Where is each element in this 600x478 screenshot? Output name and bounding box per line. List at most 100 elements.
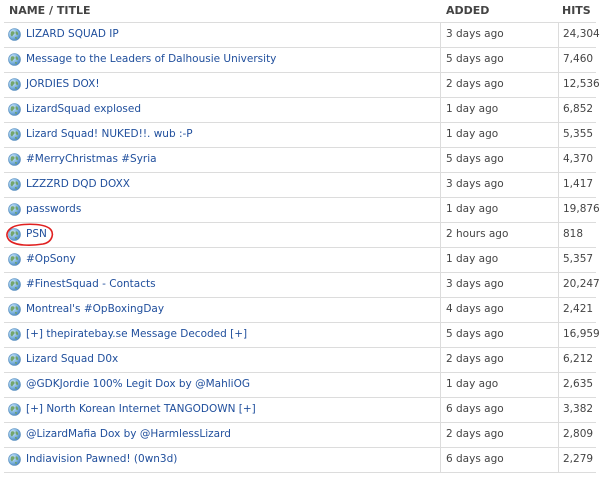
added-cell: 1 day ago	[441, 123, 559, 147]
paste-title-link[interactable]: @LizardMafia Dox by @HarmlessLizard	[26, 428, 231, 440]
title-cell: Lizard Squad D0x	[4, 348, 441, 372]
column-header-title[interactable]: NAME / TITLE	[9, 4, 90, 17]
hit-count: 12,536	[563, 78, 600, 90]
table-row: JORDIES DOX! 2 days ago 12,536	[4, 73, 600, 98]
added-cell: 3 days ago	[441, 23, 559, 47]
hits-cell: 5,357	[559, 248, 596, 272]
added-time: 1 day ago	[446, 203, 499, 215]
table-row: #FinestSquad - Contacts 3 days ago 20,247	[4, 273, 600, 298]
hits-cell: 2,809	[559, 423, 596, 447]
added-time: 1 day ago	[446, 128, 499, 140]
globe-icon	[8, 153, 21, 166]
paste-title-link[interactable]: #FinestSquad - Contacts	[26, 278, 156, 290]
column-header-added[interactable]: ADDED	[446, 4, 489, 17]
table-row: Indiavision Pawned! (0wn3d) 6 days ago 2,2…	[4, 448, 596, 473]
title-cell: Lizard Squad! NUKED!!. wub :-P	[4, 123, 441, 147]
added-cell: 2 hours ago	[441, 223, 559, 247]
added-cell: 4 days ago	[441, 298, 559, 322]
paste-title-link[interactable]: Message to the Leaders of Dalhousie Univ…	[26, 53, 276, 65]
hits-cell: 3,382	[559, 398, 596, 422]
paste-title-link[interactable]: passwords	[26, 203, 81, 215]
added-time: 2 days ago	[446, 78, 504, 90]
column-header-hits[interactable]: HITS	[562, 4, 591, 17]
title-cell: #MerryChristmas #Syria	[4, 148, 441, 172]
globe-icon	[8, 278, 21, 291]
added-time: 5 days ago	[446, 328, 504, 340]
globe-icon	[8, 103, 21, 116]
title-cell: Indiavision Pawned! (0wn3d)	[4, 448, 441, 472]
table-row: passwords 1 day ago 19,876	[4, 198, 600, 223]
table-row: Lizard Squad! NUKED!!. wub :-P 1 day ago 5…	[4, 123, 596, 148]
hits-cell: 7,460	[559, 48, 596, 72]
paste-table: LIZARD SQUAD IP 3 days ago 24,304 Message t…	[4, 22, 600, 473]
added-time: 5 days ago	[446, 53, 504, 65]
hits-cell: 24,304	[559, 23, 600, 47]
title-cell: [+] North Korean Internet TANGODOWN [+]	[4, 398, 441, 422]
hit-count: 16,959	[563, 328, 600, 340]
added-cell: 3 days ago	[441, 273, 559, 297]
table-row: @GDKJordie 100% Legit Dox by @MahliOG 1 d…	[4, 373, 596, 398]
globe-icon	[8, 203, 21, 216]
added-cell: 5 days ago	[441, 148, 559, 172]
added-time: 2 days ago	[446, 428, 504, 440]
hits-cell: 6,212	[559, 348, 596, 372]
table-row: Lizard Squad D0x 2 days ago 6,212	[4, 348, 596, 373]
title-cell: @LizardMafia Dox by @HarmlessLizard	[4, 423, 441, 447]
paste-title-link[interactable]: LizardSquad explosed	[26, 103, 141, 115]
paste-title-link[interactable]: Lizard Squad! NUKED!!. wub :-P	[26, 128, 193, 140]
added-time: 4 days ago	[446, 303, 504, 315]
added-time: 3 days ago	[446, 278, 504, 290]
table-row: #OpSony 1 day ago 5,357	[4, 248, 596, 273]
added-cell: 2 days ago	[441, 348, 559, 372]
paste-title-link[interactable]: #MerryChristmas #Syria	[26, 153, 157, 165]
table-row: @LizardMafia Dox by @HarmlessLizard 2 day…	[4, 423, 596, 448]
table-row: Message to the Leaders of Dalhousie Univ…	[4, 48, 596, 73]
globe-icon	[8, 453, 21, 466]
hits-cell: 6,852	[559, 98, 596, 122]
paste-title-link[interactable]: Indiavision Pawned! (0wn3d)	[26, 453, 177, 465]
added-cell: 6 days ago	[441, 448, 559, 472]
paste-title-link[interactable]: #OpSony	[26, 253, 76, 265]
hit-count: 2,635	[563, 378, 594, 390]
table-row: LIZARD SQUAD IP 3 days ago 24,304	[4, 23, 600, 48]
hit-count: 6,212	[563, 353, 594, 365]
added-cell: 5 days ago	[441, 48, 559, 72]
paste-title-link[interactable]: @GDKJordie 100% Legit Dox by @MahliOG	[26, 378, 250, 390]
paste-title-link[interactable]: JORDIES DOX!	[26, 78, 100, 90]
globe-icon	[8, 228, 21, 241]
hit-count: 20,247	[563, 278, 600, 290]
paste-title-link[interactable]: [+] North Korean Internet TANGODOWN [+]	[26, 403, 256, 415]
added-cell: 1 day ago	[441, 373, 559, 397]
paste-title-link[interactable]: Montreal's #OpBoxingDay	[26, 303, 164, 315]
hits-cell: 818	[559, 223, 596, 247]
added-time: 3 days ago	[446, 178, 504, 190]
title-cell: passwords	[4, 198, 441, 222]
paste-title-link[interactable]: LZZZRD DQD DOXX	[26, 178, 130, 190]
table-row: [+] North Korean Internet TANGODOWN [+] 6…	[4, 398, 596, 423]
hit-count: 2,809	[563, 428, 594, 440]
added-time: 1 day ago	[446, 253, 499, 265]
paste-title-link[interactable]: PSN	[26, 228, 47, 240]
hit-count: 5,357	[563, 253, 594, 265]
hits-cell: 1,417	[559, 173, 596, 197]
table-row: LZZZRD DQD DOXX 3 days ago 1,417	[4, 173, 596, 198]
added-time: 6 days ago	[446, 403, 504, 415]
hit-count: 2,279	[563, 453, 594, 465]
hits-cell: 2,635	[559, 373, 596, 397]
table-row: LizardSquad explosed 1 day ago 6,852	[4, 98, 596, 123]
hits-cell: 2,279	[559, 448, 596, 472]
globe-icon	[8, 253, 21, 266]
table-row: Montreal's #OpBoxingDay 4 days ago 2,421	[4, 298, 596, 323]
added-cell: 3 days ago	[441, 173, 559, 197]
title-cell: #FinestSquad - Contacts	[4, 273, 441, 297]
paste-title-link[interactable]: Lizard Squad D0x	[26, 353, 118, 365]
hits-cell: 5,355	[559, 123, 596, 147]
paste-title-link[interactable]: LIZARD SQUAD IP	[26, 28, 119, 40]
globe-icon	[8, 178, 21, 191]
hit-count: 1,417	[563, 178, 594, 190]
title-cell: @GDKJordie 100% Legit Dox by @MahliOG	[4, 373, 441, 397]
paste-title-link[interactable]: [+] thepiratebay.se Message Decoded [+]	[26, 328, 247, 340]
title-cell: PSN	[4, 223, 441, 247]
hits-cell: 2,421	[559, 298, 596, 322]
added-time: 1 day ago	[446, 103, 499, 115]
